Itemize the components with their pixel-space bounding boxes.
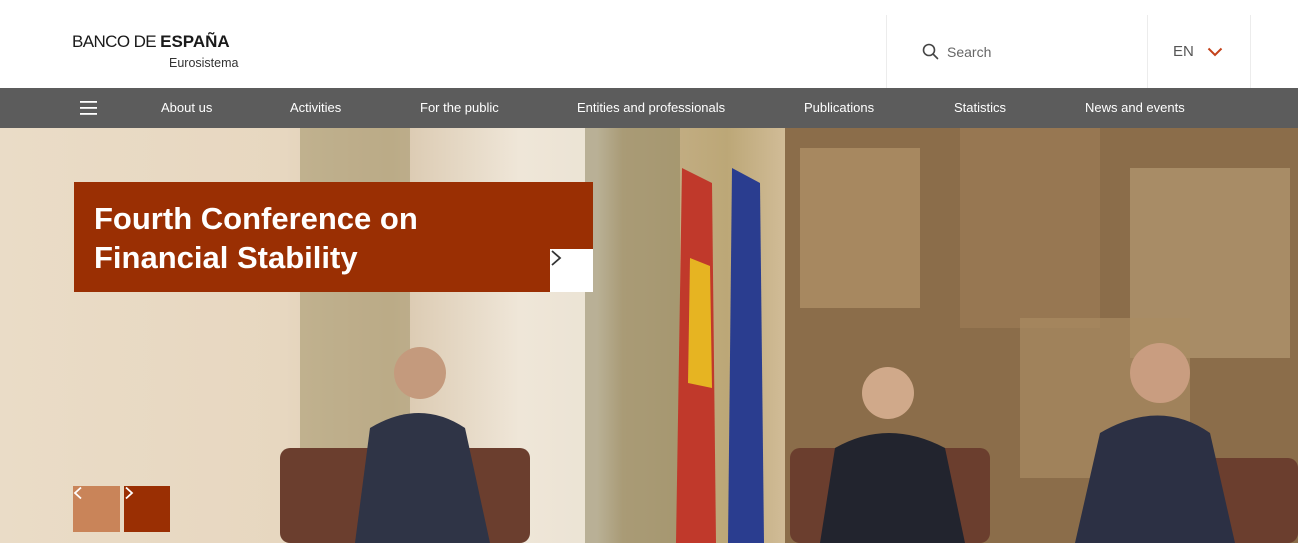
logo-subtitle: Eurosistema <box>169 56 239 70</box>
nav-item-news-and-events[interactable]: News and events <box>1085 88 1185 128</box>
main-navigation: About us Activities For the public Entit… <box>0 88 1298 128</box>
nav-item-statistics[interactable]: Statistics <box>954 88 1006 128</box>
hamburger-menu-icon[interactable] <box>80 100 97 116</box>
carousel-next-button[interactable] <box>124 486 170 532</box>
site-header: BANCO DE ESPAÑA Eurosistema Search EN <box>0 0 1298 88</box>
headline-go-button[interactable] <box>550 249 593 292</box>
logo-wordmark: BANCO DE ESPAÑA <box>72 32 238 52</box>
chevron-down-icon <box>1207 47 1223 56</box>
featured-headline[interactable]: Fourth Conference on Financial Stability <box>94 199 554 277</box>
nav-item-about-us[interactable]: About us <box>161 88 212 128</box>
nav-item-publications[interactable]: Publications <box>804 88 874 128</box>
nav-item-activities[interactable]: Activities <box>290 88 341 128</box>
language-selector[interactable]: EN <box>1147 15 1251 88</box>
chevron-left-icon <box>73 486 82 500</box>
search-icon <box>922 43 939 60</box>
featured-headline-card[interactable]: Fourth Conference on Financial Stability <box>74 182 593 292</box>
nav-item-entities-and-professionals[interactable]: Entities and professionals <box>577 88 725 128</box>
chevron-right-icon <box>551 250 562 266</box>
search-input[interactable]: Search <box>886 15 1147 88</box>
carousel-prev-button[interactable] <box>73 486 120 532</box>
chevron-right-icon <box>125 486 134 500</box>
search-placeholder: Search <box>947 43 992 60</box>
nav-item-for-the-public[interactable]: For the public <box>420 88 499 128</box>
hero-banner[interactable]: Fourth Conference on Financial Stability <box>0 128 1298 543</box>
banco-de-espana-logo[interactable]: BANCO DE ESPAÑA Eurosistema <box>72 32 238 70</box>
language-current: EN <box>1173 43 1194 60</box>
logo-name-light: BANCO DE <box>72 32 161 51</box>
logo-name-bold: ESPAÑA <box>160 32 230 51</box>
